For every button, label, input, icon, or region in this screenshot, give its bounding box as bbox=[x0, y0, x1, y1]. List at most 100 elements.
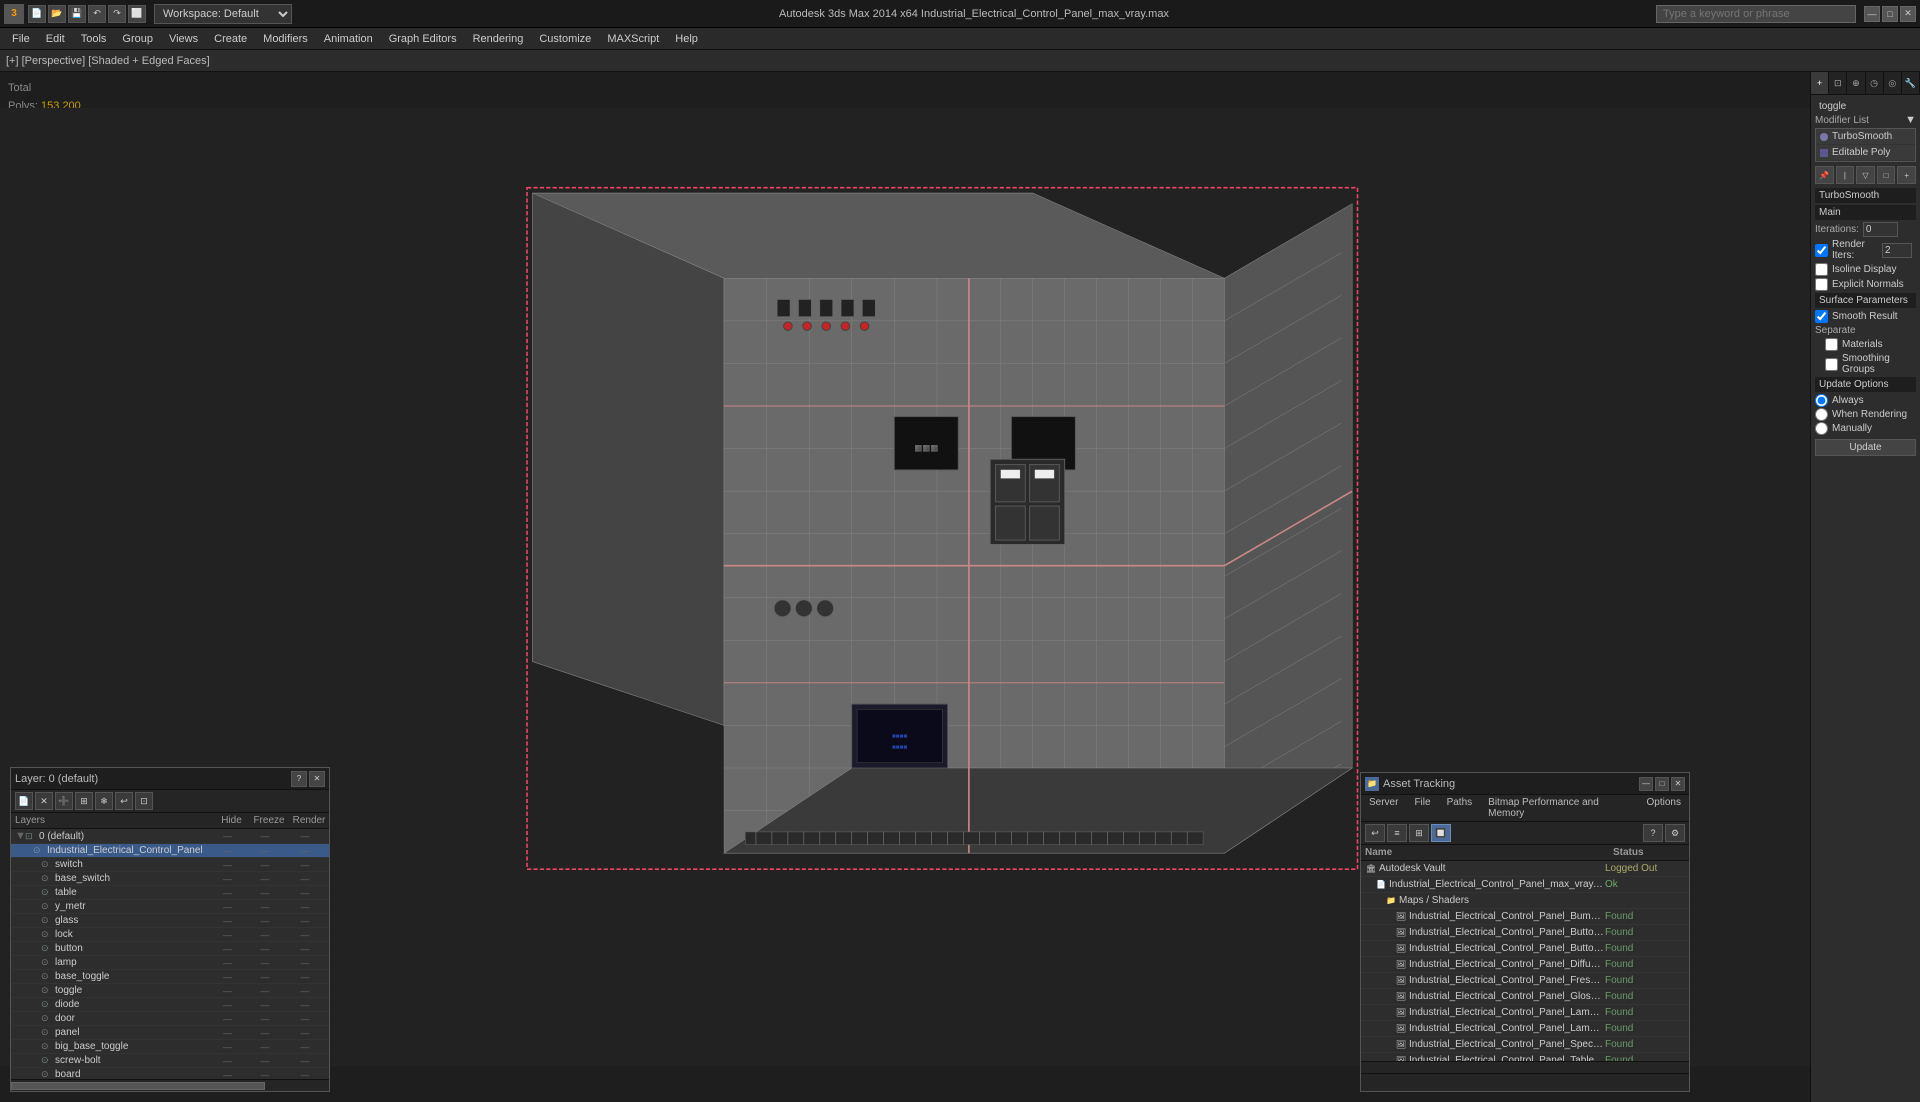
mod-icon-pipe[interactable]: | bbox=[1836, 166, 1855, 184]
viewport[interactable]: Total Polys: 153 200 Tris: 153 200 Edges… bbox=[0, 72, 1810, 1102]
layer-item[interactable]: ⊙button——— bbox=[11, 942, 329, 956]
layer-item[interactable]: ⊙base_toggle——— bbox=[11, 970, 329, 984]
layer-tb-freeze[interactable]: ❄ bbox=[95, 792, 113, 810]
layer-item[interactable]: ▼⊡0 (default)——— bbox=[11, 829, 329, 844]
search-input[interactable] bbox=[1656, 5, 1856, 23]
layer-tb-add[interactable]: ➕ bbox=[55, 792, 73, 810]
layer-item[interactable]: ⊙screw-bolt——— bbox=[11, 1054, 329, 1068]
tab-create[interactable]: + bbox=[1811, 72, 1829, 94]
layer-tb-del[interactable]: ✕ bbox=[35, 792, 53, 810]
smoothing-groups-check[interactable] bbox=[1825, 358, 1838, 371]
asset-item[interactable]: 🖼Industrial_Electrical_Control_Panel_Fre… bbox=[1361, 973, 1689, 989]
layer-item[interactable]: ⊙table——— bbox=[11, 886, 329, 900]
layer-item[interactable]: ⊙panel——— bbox=[11, 1026, 329, 1040]
layer-list[interactable]: ▼⊡0 (default)———⊙Industrial_Electrical_C… bbox=[11, 829, 329, 1079]
smooth-result-row[interactable]: Smooth Result bbox=[1815, 310, 1916, 323]
layer-tb-undo[interactable]: ↩ bbox=[115, 792, 133, 810]
open-btn[interactable]: 📂 bbox=[48, 5, 66, 23]
update-button[interactable]: Update bbox=[1815, 439, 1916, 456]
manually-row[interactable]: Manually bbox=[1815, 422, 1916, 435]
asset-tb-help[interactable]: ? bbox=[1643, 824, 1663, 842]
menu-item-animation[interactable]: Animation bbox=[316, 31, 381, 47]
tab-motion[interactable]: ◷ bbox=[1866, 72, 1884, 94]
restore-btn[interactable]: □ bbox=[1882, 6, 1898, 22]
layer-tb-new[interactable]: 📄 bbox=[15, 792, 33, 810]
layer-item[interactable]: ⊙toggle——— bbox=[11, 984, 329, 998]
asset-item[interactable]: 🖼Industrial_Electrical_Control_Panel_Lam… bbox=[1361, 1005, 1689, 1021]
asset-item[interactable]: 🖼Industrial_Electrical_Control_Panel_Bum… bbox=[1361, 909, 1689, 925]
title-toolbar[interactable]: 📄 📂 💾 ↶ ↷ ⬜ bbox=[28, 5, 146, 23]
iterations-input[interactable] bbox=[1863, 222, 1898, 237]
layer-item[interactable]: ⊙lamp——— bbox=[11, 956, 329, 970]
when-rendering-row[interactable]: When Rendering bbox=[1815, 408, 1916, 421]
new-btn[interactable]: 📄 bbox=[28, 5, 46, 23]
layer-item[interactable]: ⊙base_switch——— bbox=[11, 872, 329, 886]
asset-menu-file[interactable]: File bbox=[1406, 795, 1438, 821]
asset-item[interactable]: 🖼Industrial_Electrical_Control_Panel_Tab… bbox=[1361, 1053, 1689, 1061]
layer-item[interactable]: ⊙big_base_toggle——— bbox=[11, 1040, 329, 1054]
menu-item-views[interactable]: Views bbox=[161, 31, 206, 47]
asset-item[interactable]: 📄Industrial_Electrical_Control_Panel_max… bbox=[1361, 877, 1689, 893]
layer-item[interactable]: ⊙door——— bbox=[11, 1012, 329, 1026]
smooth-result-check[interactable] bbox=[1815, 310, 1828, 323]
smoothing-groups-row[interactable]: Smoothing Groups bbox=[1825, 353, 1916, 375]
explicit-normals-check[interactable] bbox=[1815, 278, 1828, 291]
asset-item[interactable]: 📁Maps / Shaders bbox=[1361, 893, 1689, 909]
asset-panel-minimize[interactable]: — bbox=[1639, 777, 1653, 791]
render-btn[interactable]: ⬜ bbox=[128, 5, 146, 23]
layer-tb-sel[interactable]: ⊞ bbox=[75, 792, 93, 810]
asset-item[interactable]: 🖼Industrial_Electrical_Control_Panel_Dif… bbox=[1361, 957, 1689, 973]
layer-item[interactable]: ⊙glass——— bbox=[11, 914, 329, 928]
redo-btn[interactable]: ↷ bbox=[108, 5, 126, 23]
asset-scrollbar-h[interactable] bbox=[1361, 1061, 1689, 1073]
window-controls[interactable]: — □ ✕ bbox=[1864, 6, 1916, 22]
when-rendering-radio[interactable] bbox=[1815, 408, 1828, 421]
materials-row[interactable]: Materials bbox=[1825, 338, 1916, 351]
asset-item[interactable]: 🖼Industrial_Electrical_Control_Panel_Glo… bbox=[1361, 989, 1689, 1005]
layer-scrollbar[interactable] bbox=[11, 1079, 329, 1091]
asset-toolbar-right[interactable]: ? ⚙ bbox=[1643, 824, 1685, 842]
menu-item-tools[interactable]: Tools bbox=[73, 31, 115, 47]
modifier-turbosm[interactable]: TurboSmooth bbox=[1816, 129, 1915, 144]
menu-item-create[interactable]: Create bbox=[206, 31, 255, 47]
tab-utilities[interactable]: 🔧 bbox=[1902, 72, 1920, 94]
workspace-dropdown[interactable]: Workspace: Default bbox=[154, 4, 292, 24]
layer-panel-close[interactable]: ✕ bbox=[309, 771, 325, 787]
layer-scrollbar-thumb[interactable] bbox=[11, 1082, 265, 1090]
render-iters-row[interactable]: Render Iters: bbox=[1815, 239, 1916, 261]
tab-modify[interactable]: ⊡ bbox=[1829, 72, 1847, 94]
menu-item-graph-editors[interactable]: Graph Editors bbox=[381, 31, 465, 47]
modifier-icon-row[interactable]: 📌 | ▽ □ + bbox=[1815, 166, 1916, 184]
tab-display[interactable]: ◎ bbox=[1884, 72, 1902, 94]
asset-menu-paths[interactable]: Paths bbox=[1439, 795, 1481, 821]
isoline-row[interactable]: Isoline Display bbox=[1815, 263, 1916, 276]
close-btn[interactable]: ✕ bbox=[1900, 6, 1916, 22]
undo-btn[interactable]: ↶ bbox=[88, 5, 106, 23]
layer-item[interactable]: ⊙y_metr——— bbox=[11, 900, 329, 914]
asset-tb-settings[interactable]: ⚙ bbox=[1665, 824, 1685, 842]
always-row[interactable]: Always bbox=[1815, 394, 1916, 407]
right-panel-tabs[interactable]: + ⊡ ⊕ ◷ ◎ 🔧 bbox=[1811, 72, 1920, 95]
menu-item-modifiers[interactable]: Modifiers bbox=[255, 31, 316, 47]
menu-item-customize[interactable]: Customize bbox=[531, 31, 599, 47]
layer-panel-help[interactable]: ? bbox=[291, 771, 307, 787]
menu-item-group[interactable]: Group bbox=[114, 31, 161, 47]
materials-check[interactable] bbox=[1825, 338, 1838, 351]
asset-item[interactable]: 🖼Industrial_Electrical_Control_Panel_Spe… bbox=[1361, 1037, 1689, 1053]
manually-radio[interactable] bbox=[1815, 422, 1828, 435]
asset-item[interactable]: 🖼Industrial_Electrical_Control_Panel_Lam… bbox=[1361, 1021, 1689, 1037]
asset-item[interactable]: 🖼Industrial_Electrical_Control_Panel_But… bbox=[1361, 925, 1689, 941]
asset-menu-options[interactable]: Options bbox=[1639, 795, 1689, 821]
asset-panel-close[interactable]: ✕ bbox=[1671, 777, 1685, 791]
menu-item-maxscript[interactable]: MAXScript bbox=[599, 31, 667, 47]
explicit-normals-row[interactable]: Explicit Normals bbox=[1815, 278, 1916, 291]
layer-item[interactable]: ⊙switch——— bbox=[11, 858, 329, 872]
modifier-editpoly[interactable]: Editable Poly bbox=[1816, 145, 1915, 160]
mod-icon-sq[interactable]: □ bbox=[1877, 166, 1896, 184]
asset-tb-grid[interactable]: ⊞ bbox=[1409, 824, 1429, 842]
modifier-list-dropdown[interactable]: TurboSmooth Editable Poly bbox=[1815, 128, 1916, 162]
asset-item[interactable]: 🖼Industrial_Electrical_Control_Panel_But… bbox=[1361, 941, 1689, 957]
layer-item[interactable]: ⊙board——— bbox=[11, 1068, 329, 1079]
render-iters-input[interactable] bbox=[1882, 243, 1912, 258]
mod-icon-pin[interactable]: 📌 bbox=[1815, 166, 1834, 184]
